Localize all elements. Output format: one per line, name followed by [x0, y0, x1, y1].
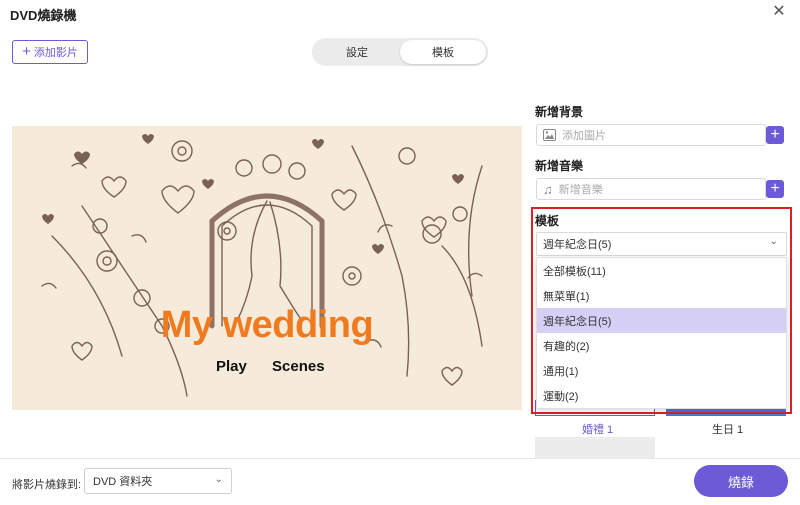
plus-icon: + — [22, 43, 31, 60]
chevron-down-icon: ⌄ — [214, 474, 223, 485]
tab-switcher: 設定 模板 — [312, 38, 488, 66]
template-section-label: 模板 — [535, 214, 560, 228]
preview-menu-play: Play — [216, 358, 247, 375]
dropdown-option-selected[interactable]: 週年紀念日(5) — [537, 308, 786, 333]
preview-menu-scenes: Scenes — [272, 358, 325, 375]
background-music-field[interactable]: ♫ 新增音樂 — [536, 178, 766, 200]
template-category-select[interactable]: 週年紀念日(5) ⌄ — [536, 232, 787, 256]
dropdown-option[interactable]: 運動(2) — [537, 383, 786, 408]
wedding-illustration — [41, 134, 483, 397]
dropdown-option[interactable]: 全部模板(11) — [537, 258, 786, 283]
background-section-label: 新增背景 — [535, 105, 584, 119]
add-background-button[interactable]: + — [766, 126, 784, 144]
tab-settings[interactable]: 設定 — [314, 40, 400, 64]
chevron-down-icon: ⌄ — [769, 236, 778, 247]
menu-preview: My wedding Play Scenes — [12, 126, 522, 410]
close-icon[interactable]: ✕ — [770, 3, 788, 21]
music-note-icon: ♫ — [543, 181, 553, 197]
template-category-dropdown: 全部模板(11) 無菜單(1) 週年紀念日(5) 有趣的(2) 通用(1) 運動… — [536, 257, 787, 409]
tab-templates[interactable]: 模板 — [400, 40, 486, 64]
background-placeholder: 添加圖片 — [562, 130, 606, 142]
music-section-label: 新增音樂 — [535, 159, 584, 173]
template-selected-value: 週年紀念日(5) — [543, 239, 612, 251]
add-music-button[interactable]: + — [766, 180, 784, 198]
burn-to-label: 將影片燒錄到: — [12, 479, 82, 491]
dropdown-option[interactable]: 有趣的(2) — [537, 333, 786, 358]
dropdown-option[interactable]: 通用(1) — [537, 358, 786, 383]
template-label-birthday: 生日 1 — [712, 424, 744, 436]
add-video-label: 添加影片 — [33, 47, 78, 59]
image-icon — [543, 129, 556, 141]
footer-divider — [0, 458, 800, 459]
music-placeholder: 新增音樂 — [558, 184, 603, 196]
dropdown-option[interactable]: 無菜單(1) — [537, 283, 786, 308]
preview-headline: My wedding — [160, 304, 374, 346]
background-image-field[interactable]: 添加圖片 — [536, 124, 766, 146]
add-video-button[interactable]: + 添加影片 — [12, 40, 88, 64]
burn-button[interactable]: 燒錄 — [694, 465, 788, 497]
window-title: DVD燒錄機 — [10, 8, 77, 23]
burn-destination-value: DVD 資料夾 — [93, 476, 153, 488]
burn-destination-select[interactable]: DVD 資料夾 ⌄ — [84, 468, 232, 494]
template-thumbnail-next[interactable] — [535, 437, 655, 458]
template-label-wedding: 婚禮 1 — [582, 424, 614, 436]
